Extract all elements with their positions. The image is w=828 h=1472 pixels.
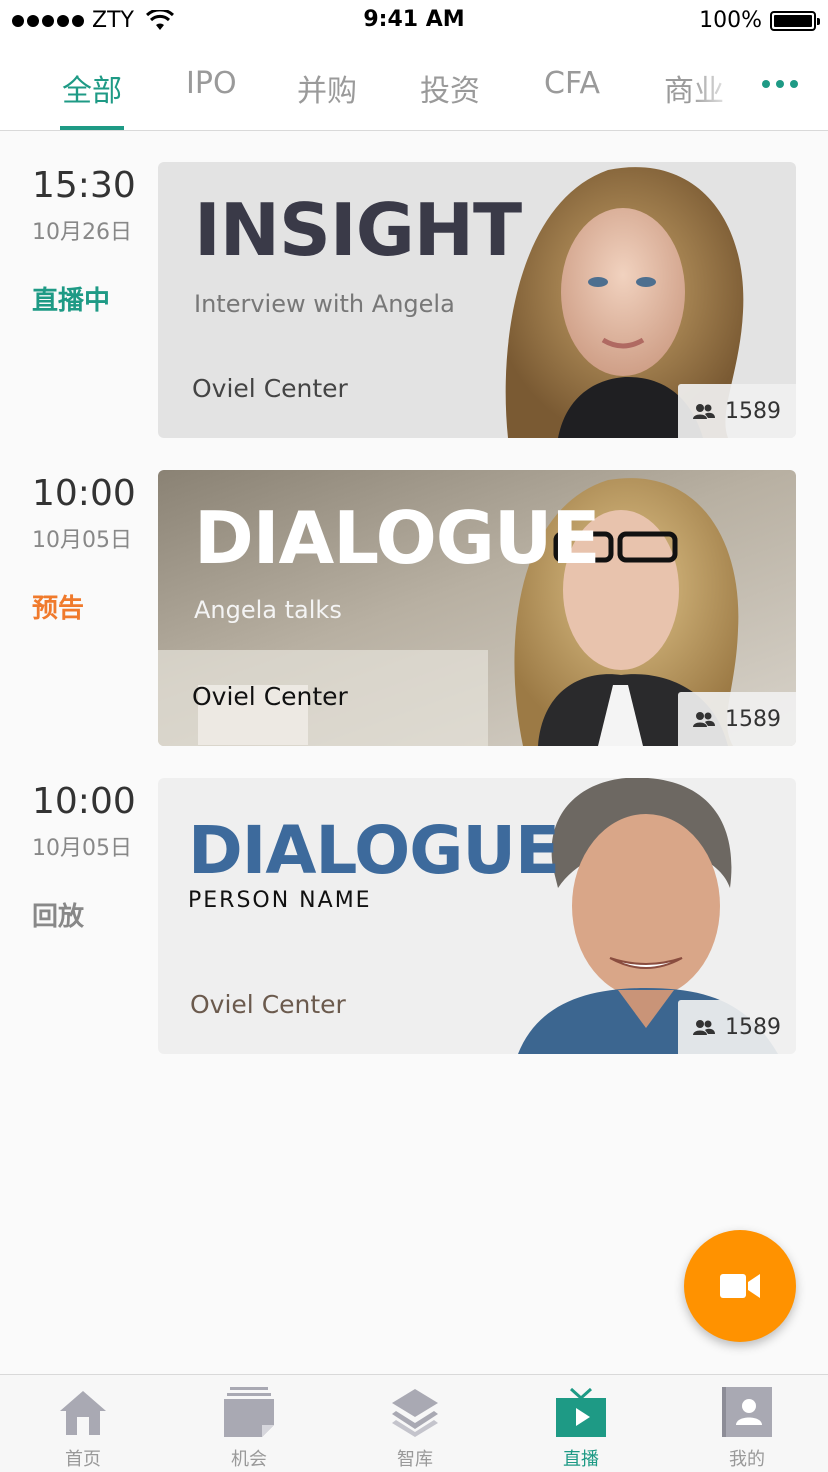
card-subtitle: Interview with Angela bbox=[194, 290, 455, 318]
live-tv-icon bbox=[556, 1387, 606, 1437]
viewer-count: 1589 bbox=[725, 706, 781, 732]
viewer-count-badge: 1589 bbox=[678, 1000, 796, 1054]
start-live-button[interactable] bbox=[684, 1230, 796, 1342]
card-location: Oviel Center bbox=[192, 682, 348, 711]
nav-label: 我的 bbox=[729, 1449, 765, 1470]
nav-item-thinktank[interactable]: 智库 bbox=[332, 1375, 498, 1472]
viewer-count-badge: 1589 bbox=[678, 692, 796, 746]
card-subtitle: Angela talks bbox=[194, 596, 342, 624]
more-tabs-icon[interactable] bbox=[762, 80, 798, 88]
card-title: DIALOGUE bbox=[194, 496, 601, 580]
category-tabs: 全部 IPO 并购 投资 CFA 商业 bbox=[0, 40, 828, 131]
layers-icon bbox=[392, 1389, 438, 1437]
card-title: DIALOGUE bbox=[188, 812, 560, 889]
people-icon bbox=[693, 404, 715, 419]
viewer-count: 1589 bbox=[725, 1014, 781, 1040]
list-item[interactable]: 15:30 10月26日 直播中 INSIGHT Interview with … bbox=[0, 162, 828, 438]
event-date: 10月05日 bbox=[32, 836, 132, 861]
home-icon bbox=[60, 1391, 106, 1435]
viewer-count-badge: 1589 bbox=[678, 384, 796, 438]
event-status: 预告 bbox=[32, 594, 85, 624]
nav-item-home[interactable]: 首页 bbox=[0, 1375, 166, 1472]
event-card[interactable]: DIALOGUE Angela talks Oviel Center 1589 bbox=[158, 470, 796, 746]
event-meta: 10:00 10月05日 回放 bbox=[32, 780, 136, 933]
tab-cfa[interactable]: CFA bbox=[544, 66, 600, 101]
battery-percent: 100% bbox=[699, 8, 762, 33]
nav-label: 机会 bbox=[231, 1449, 267, 1470]
bottom-nav: 首页 机会 智库 直播 我的 bbox=[0, 1374, 828, 1472]
tab-mergers[interactable]: 并购 bbox=[297, 66, 357, 110]
status-right: 100% bbox=[699, 8, 820, 33]
profile-icon bbox=[722, 1387, 772, 1437]
tabs-fade bbox=[690, 50, 760, 120]
viewer-count: 1589 bbox=[725, 398, 781, 424]
event-status: 直播中 bbox=[32, 286, 111, 316]
event-card[interactable]: INSIGHT Interview with Angela Oviel Cent… bbox=[158, 162, 796, 438]
people-icon bbox=[693, 1020, 715, 1035]
tab-ipo[interactable]: IPO bbox=[186, 66, 237, 101]
list-item[interactable]: 10:00 10月05日 预告 DIALOGUE Angela talks Ov… bbox=[0, 470, 828, 746]
event-date: 10月05日 bbox=[32, 528, 132, 553]
tab-investment[interactable]: 投资 bbox=[420, 66, 480, 110]
list-item[interactable]: 10:00 10月05日 回放 DIALOGUE PERSON NAME Ovi… bbox=[0, 778, 828, 1054]
event-status: 回放 bbox=[32, 902, 85, 932]
nav-label: 首页 bbox=[65, 1449, 101, 1470]
video-camera-icon bbox=[720, 1274, 760, 1298]
nav-item-opportunity[interactable]: 机会 bbox=[166, 1375, 332, 1472]
event-time: 15:30 bbox=[32, 165, 136, 206]
status-bar: ZTY 9:41 AM 100% bbox=[0, 0, 828, 40]
nav-item-live[interactable]: 直播 bbox=[498, 1375, 664, 1472]
people-icon bbox=[693, 712, 715, 727]
event-meta: 15:30 10月26日 直播中 bbox=[32, 164, 136, 317]
card-location: Oviel Center bbox=[190, 990, 346, 1019]
nav-label: 智库 bbox=[397, 1449, 433, 1470]
event-date: 10月26日 bbox=[32, 220, 132, 245]
opportunity-icon bbox=[224, 1387, 274, 1437]
card-title: INSIGHT bbox=[194, 188, 522, 272]
active-tab-indicator bbox=[60, 126, 124, 130]
event-meta: 10:00 10月05日 预告 bbox=[32, 472, 136, 625]
card-subtitle: PERSON NAME bbox=[188, 888, 372, 913]
card-location: Oviel Center bbox=[192, 374, 348, 403]
battery-icon bbox=[770, 10, 820, 31]
event-time: 10:00 bbox=[32, 473, 136, 514]
nav-item-profile[interactable]: 我的 bbox=[664, 1375, 828, 1472]
event-card[interactable]: DIALOGUE PERSON NAME Oviel Center 1589 bbox=[158, 778, 796, 1054]
event-time: 10:00 bbox=[32, 781, 136, 822]
nav-label: 直播 bbox=[563, 1449, 599, 1470]
tab-all[interactable]: 全部 bbox=[62, 66, 122, 110]
